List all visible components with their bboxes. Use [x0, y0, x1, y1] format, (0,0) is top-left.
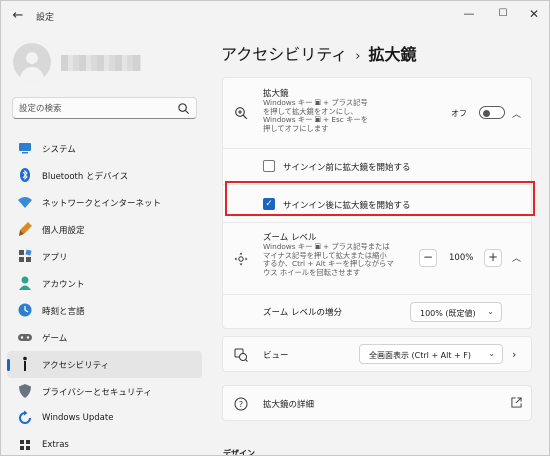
sidebar-item-extras[interactable]: Extras	[7, 432, 202, 455]
sidebar-item-windows-update[interactable]: Windows Update	[7, 405, 202, 432]
settings-search-box[interactable]	[12, 97, 197, 119]
breadcrumb-parent[interactable]: アクセシビリティ	[221, 45, 347, 64]
view-icon	[234, 348, 248, 362]
collapse-chevron-up-icon[interactable]: ︿	[512, 107, 521, 120]
close-icon: ✕	[528, 7, 540, 21]
app-title: 設定	[36, 13, 55, 23]
sidebar-item-label: アカウント	[42, 280, 85, 290]
sidebar-item-label: 時刻と言語	[42, 307, 85, 317]
maximize-button[interactable]: ☐	[492, 5, 514, 23]
user-profile[interactable]	[13, 41, 193, 85]
title-bar: ← 設定 — ☐ ✕	[1, 1, 549, 31]
sidebar-item-accessibility[interactable]: アクセシビリティ	[7, 351, 202, 378]
settings-window: ← 設定 — ☐ ✕ システム	[0, 0, 550, 456]
extras-icon	[20, 440, 30, 450]
sidebar-item-gaming[interactable]: ゲーム	[7, 324, 202, 351]
svg-text:?: ?	[239, 400, 243, 409]
privacy-icon	[19, 384, 31, 398]
sidebar-item-bluetooth[interactable]: Bluetooth とデバイス	[7, 162, 202, 189]
magnifier-details-card[interactable]: ? 拡大鏡の詳細	[222, 385, 532, 421]
sidebar-item-label: ゲーム	[42, 334, 68, 344]
maximize-icon: ☐	[498, 8, 508, 19]
personalization-icon	[19, 222, 32, 236]
external-link-icon[interactable]	[511, 397, 522, 408]
apps-icon	[19, 249, 32, 262]
section-heading-design: デザイン	[223, 449, 255, 456]
active-indicator	[7, 359, 10, 371]
network-icon	[18, 197, 32, 208]
sidebar-item-label: アクセシビリティ	[42, 361, 110, 371]
chevron-down-icon: ⌄	[487, 307, 494, 316]
sidebar-item-label: Extras	[42, 440, 69, 450]
zoom-increment-value: 100% (既定値)	[420, 309, 476, 318]
sidebar-item-label: プライバシーとセキュリティ	[42, 388, 152, 398]
search-input[interactable]	[19, 101, 169, 116]
sidebar-nav: システム Bluetooth とデバイス ネットワークとインターネット 個人用設…	[7, 135, 202, 455]
zoom-increment-label: ズーム レベルの増分	[263, 308, 342, 318]
sidebar-item-label: Bluetooth とデバイス	[42, 172, 129, 182]
back-button[interactable]: ←	[9, 7, 27, 25]
page-title: 拡大鏡	[368, 45, 417, 64]
sidebar-item-apps[interactable]: アプリ	[7, 243, 202, 270]
zoom-increment-dropdown[interactable]: 100% (既定値) ⌄	[410, 302, 502, 322]
search-icon[interactable]	[177, 102, 190, 115]
zoom-level-description: Windows キー 🞕 + プラス記号または マイナス記号を押して拡大または縮…	[263, 242, 423, 277]
zoom-increase-button[interactable]: +	[484, 249, 502, 267]
view-card[interactable]: ビュー 全画面表示 (Ctrl + Alt + F) ⌄ ›	[222, 336, 532, 372]
bluetooth-icon	[20, 168, 30, 182]
breadcrumb-separator: ›	[355, 49, 361, 64]
sidebar-item-time-language[interactable]: 時刻と言語	[7, 297, 202, 324]
magnifier-toggle[interactable]	[479, 106, 505, 119]
chevron-right-icon[interactable]: ›	[512, 348, 516, 361]
account-icon	[19, 276, 31, 290]
sidebar-item-label: システム	[42, 145, 76, 155]
magnifier-desc-line: 押してオフにします	[263, 123, 329, 133]
breadcrumb: アクセシビリティ › 拡大鏡	[221, 41, 416, 65]
close-button[interactable]: ✕	[523, 5, 545, 23]
minimize-icon: —	[463, 7, 475, 20]
avatar-head-shape	[26, 52, 38, 64]
sidebar-item-label: Windows Update	[42, 413, 114, 423]
user-name-redacted	[61, 55, 141, 71]
view-mode-dropdown[interactable]: 全画面表示 (Ctrl + Alt + F) ⌄	[359, 344, 503, 364]
view-label: ビュー	[263, 351, 289, 361]
chevron-down-icon: ⌄	[488, 349, 495, 358]
avatar	[13, 43, 51, 81]
help-icon: ?	[234, 397, 248, 411]
sidebar-item-label: アプリ	[42, 253, 68, 263]
system-icon	[19, 143, 31, 154]
before-signin-label: サインイン前に拡大鏡を開始する	[283, 163, 411, 173]
windows-update-icon	[19, 410, 31, 424]
sidebar-item-label: ネットワークとインターネット	[42, 199, 162, 209]
before-signin-row: サインイン前に拡大鏡を開始する	[223, 148, 531, 184]
sidebar-item-network[interactable]: ネットワークとインターネット	[7, 189, 202, 216]
zoom-decrease-button[interactable]: −	[419, 249, 437, 267]
magnifier-icon	[235, 107, 248, 120]
zoom-move-icon	[234, 252, 248, 266]
accessibility-icon	[23, 356, 27, 371]
zoom-increment-row: ズーム レベルの増分 100% (既定値) ⌄	[223, 294, 531, 328]
magnifier-toggle-label: オフ	[451, 109, 467, 118]
toggle-knob	[483, 109, 490, 117]
time-language-icon	[18, 303, 32, 317]
sidebar-item-accounts[interactable]: アカウント	[7, 270, 202, 297]
sidebar-item-personalization[interactable]: 個人用設定	[7, 216, 202, 243]
annotation-highlight-box	[225, 181, 535, 216]
zoom-desc-line: ウス ホイールを回転させます	[263, 267, 361, 277]
collapse-chevron-up-icon[interactable]: ︿	[512, 251, 521, 264]
sidebar-item-privacy[interactable]: プライバシーとセキュリティ	[7, 378, 202, 405]
minimize-button[interactable]: —	[458, 5, 480, 23]
view-mode-value: 全画面表示 (Ctrl + Alt + F)	[369, 351, 472, 360]
zoom-level-row: ズーム レベル Windows キー 🞕 + プラス記号または マイナス記号を押…	[223, 222, 531, 294]
gaming-icon	[18, 334, 32, 341]
sidebar-item-label: 個人用設定	[42, 226, 85, 236]
sidebar-item-system[interactable]: システム	[7, 135, 202, 162]
avatar-body-shape	[20, 67, 44, 81]
magnifier-details-label: 拡大鏡の詳細	[263, 400, 315, 410]
before-signin-checkbox[interactable]	[263, 160, 275, 172]
zoom-level-value: 100%	[449, 253, 474, 263]
back-arrow-icon: ←	[12, 8, 24, 23]
magnifier-description: Windows キー 🞕 + プラス記号 を押して拡大鏡をオンにし、 Windo…	[263, 98, 393, 133]
